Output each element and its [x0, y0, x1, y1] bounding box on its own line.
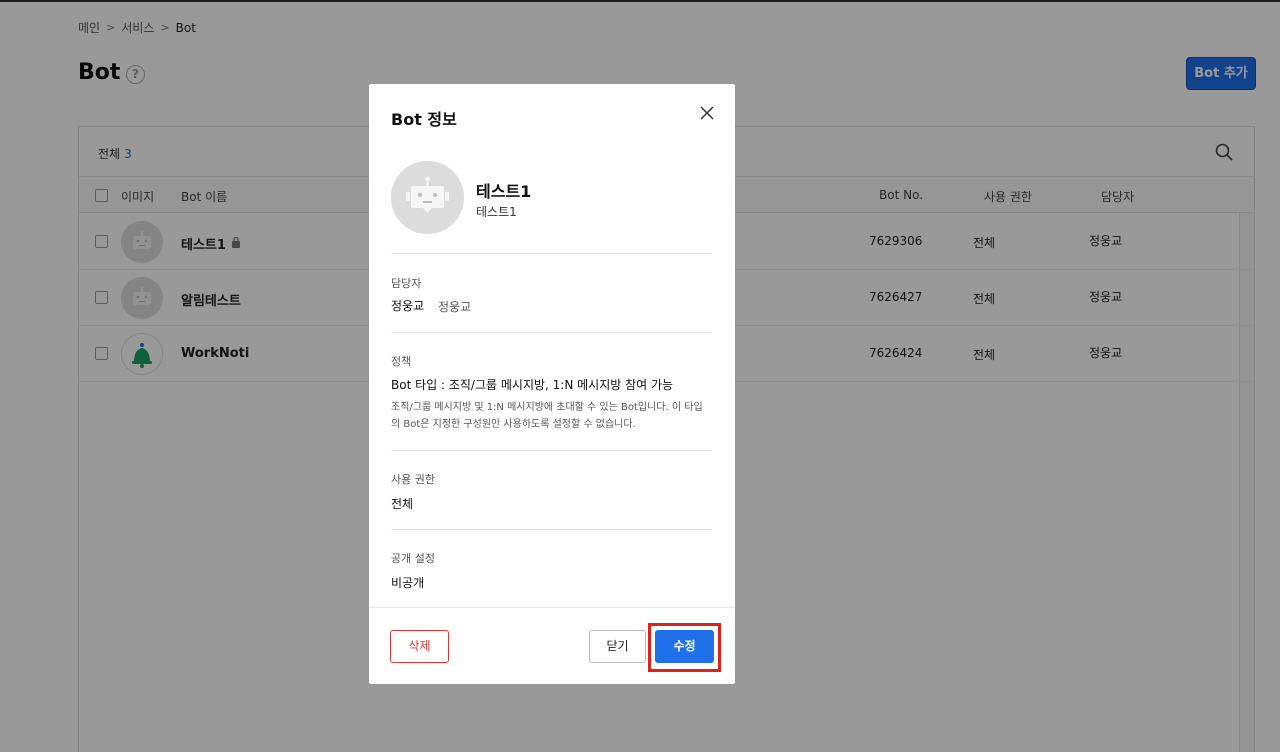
divider: [391, 253, 712, 254]
policy-value: Bot 타입 : 조직/그룹 메시지방, 1:N 메시지방 참여 가능: [391, 378, 674, 392]
bot-name: 테스트1: [476, 182, 532, 201]
close-button[interactable]: 닫기: [589, 630, 646, 663]
divider: [391, 529, 712, 530]
close-icon[interactable]: [699, 105, 715, 121]
robot-avatar-icon: [391, 161, 464, 234]
divider: [391, 450, 712, 451]
permission-value: 전체: [391, 497, 414, 511]
divider: [391, 332, 712, 333]
policy-description-line: 조직/그룹 메시지방 및 1:N 메시지방에 초대할 수 있는 Bot입니다. …: [391, 402, 703, 413]
footer-divider: [369, 607, 735, 608]
dialog-title: Bot 정보: [391, 110, 457, 129]
visibility-value: 비공개: [391, 576, 425, 590]
owner-name: 정웅교: [391, 299, 425, 313]
permission-label: 사용 권한: [391, 473, 435, 486]
owner-id: 정웅교: [438, 300, 472, 314]
bot-info-dialog: Bot 정보 테스트1 테스트1 담당자 정웅교 정웅교 정책 Bot 타입 :…: [369, 84, 735, 684]
bot-description: 테스트1: [476, 205, 517, 219]
visibility-label: 공개 설정: [391, 552, 435, 565]
delete-button[interactable]: 삭제: [390, 630, 449, 663]
edit-button[interactable]: 수정: [655, 630, 714, 663]
owner-label: 담당자: [391, 277, 422, 290]
policy-label: 정책: [391, 355, 412, 368]
policy-description: 조직/그룹 메시지방 및 1:N 메시지방에 초대할 수 있는 Bot입니다. …: [391, 399, 712, 433]
policy-description-line: 의 Bot은 지정한 구성원만 사용하도록 설정할 수 없습니다.: [391, 419, 636, 430]
